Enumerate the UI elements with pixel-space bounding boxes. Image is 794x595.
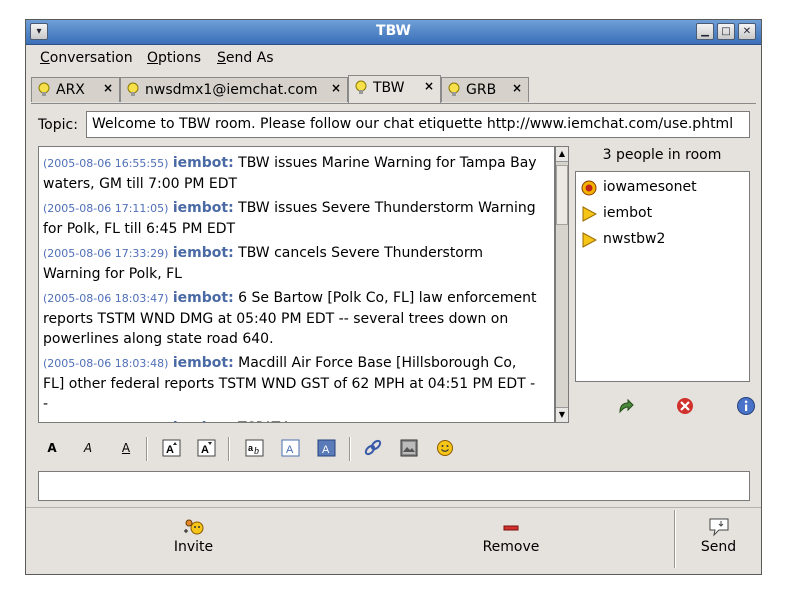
svg-text:b: b: [254, 446, 259, 457]
menu-options[interactable]: Options: [147, 50, 201, 66]
tab-label: ARX: [56, 82, 85, 98]
people-list[interactable]: iowamesonet iembot nwstbw2: [575, 171, 750, 382]
background-color-icon[interactable]: A: [315, 437, 339, 459]
svg-text:A: A: [322, 444, 330, 456]
message-sender: iembot:: [172, 355, 234, 371]
italic-button[interactable]: A: [76, 437, 100, 459]
message-sender: iembot:: [172, 245, 234, 261]
lightbulb-icon: [448, 82, 460, 96]
tab-label: TBW: [373, 80, 405, 96]
chat-message: (2005-08-06 18:03:48) iembot: Macdill Ai…: [43, 353, 537, 414]
message-timestamp: (2005-08-06 21:28:30): [43, 422, 168, 423]
bottom-divider: [26, 507, 761, 508]
info-icon[interactable]: [736, 396, 756, 416]
people-count: 3 people in room: [602, 147, 722, 163]
toolbar-separator: [349, 437, 351, 461]
lightbulb-icon: [38, 82, 50, 96]
window-title: TBW: [376, 23, 411, 39]
remove-icon: [503, 525, 519, 531]
chat-scrollbar[interactable]: ▲ ▼: [555, 146, 569, 423]
bold-button[interactable]: A: [40, 437, 64, 459]
block-icon[interactable]: [675, 396, 695, 416]
tab-label: nwsdmx1@iemchat.com: [145, 82, 318, 98]
toolbar-separator: [228, 437, 230, 461]
person-name: iembot: [603, 205, 653, 221]
insert-link-icon[interactable]: [361, 437, 385, 459]
scroll-down-icon[interactable]: ▼: [556, 407, 568, 422]
conversation-tabs: ARX × nwsdmx1@iemchat.com × TBW × GRB ×: [31, 75, 756, 103]
chat-log[interactable]: (2005-08-06 16:55:55) iembot: TBW issues…: [38, 146, 555, 423]
send-button[interactable]: Send: [681, 513, 756, 571]
person-name: iowamesonet: [603, 179, 697, 195]
lightbulb-icon: [355, 80, 367, 94]
message-input[interactable]: [38, 471, 750, 501]
message-timestamp: (2005-08-06 18:03:48): [43, 357, 169, 370]
remove-label: Remove: [482, 539, 540, 555]
send-icon: [709, 518, 728, 537]
tab-divider: [31, 103, 756, 104]
close-icon[interactable]: ✕: [738, 23, 756, 40]
member-arrow-icon: [582, 232, 597, 248]
tab-close-icon[interactable]: ×: [424, 79, 434, 93]
chat-message: (2005-08-06 18:03:47) iembot: 6 Se Barto…: [43, 288, 537, 349]
tab-close-icon[interactable]: ×: [103, 81, 113, 95]
remove-button[interactable]: Remove: [466, 513, 556, 571]
chat-messages: (2005-08-06 16:55:55) iembot: TBW issues…: [43, 153, 537, 423]
message-sender: iembot:: [172, 290, 234, 306]
menu-send-as[interactable]: Send As: [217, 50, 274, 66]
people-actions: [575, 394, 755, 420]
larger-font-icon[interactable]: A: [160, 437, 184, 459]
tab-tbw[interactable]: TBW ×: [348, 75, 441, 103]
topic-label: Topic:: [38, 117, 78, 133]
svg-text:A: A: [201, 444, 209, 456]
svg-text:A: A: [166, 444, 174, 456]
font-face-icon[interactable]: ab: [243, 437, 267, 459]
message-timestamp: (2005-08-06 17:33:29): [43, 247, 169, 260]
tab-arx[interactable]: ARX ×: [31, 77, 120, 102]
message-timestamp: (2005-08-06 16:55:55): [43, 157, 169, 170]
menu-bar: Conversation Options Send As: [26, 45, 761, 71]
chat-message: (2005-08-06 21:28:30) iembot: TCPAT4 htt…: [43, 418, 537, 423]
message-sender: iembot:: [172, 155, 234, 171]
message-text: TCPAT4: [234, 420, 289, 422]
message-timestamp: (2005-08-06 18:03:47): [43, 292, 169, 305]
chat-window: ▾ TBW ▁ □ ✕ Conversation Options Send As…: [25, 19, 762, 575]
menu-conversation[interactable]: Conversation: [40, 50, 133, 66]
tab-nwsdmx1[interactable]: nwsdmx1@iemchat.com ×: [120, 77, 348, 102]
lightbulb-icon: [127, 82, 139, 96]
chat-message: (2005-08-06 17:33:29) iembot: TBW cancel…: [43, 243, 537, 284]
underline-button[interactable]: A: [114, 437, 138, 459]
operator-icon: [581, 180, 597, 196]
message-timestamp: (2005-08-06 17:11:05): [43, 202, 169, 215]
reply-arrow-icon[interactable]: [615, 396, 635, 416]
person-name: nwstbw2: [603, 231, 666, 247]
scroll-up-icon[interactable]: ▲: [556, 147, 568, 162]
invite-icon: [183, 519, 203, 535]
tab-close-icon[interactable]: ×: [512, 81, 522, 95]
send-label: Send: [700, 539, 737, 555]
invite-label: Invite: [173, 539, 214, 555]
maximize-icon[interactable]: □: [717, 23, 735, 40]
scroll-thumb[interactable]: [556, 165, 568, 225]
svg-text:A: A: [286, 444, 294, 456]
smiley-icon[interactable]: [433, 437, 457, 459]
chat-message: (2005-08-06 17:11:05) iembot: TBW issues…: [43, 198, 537, 239]
insert-image-icon[interactable]: [397, 437, 421, 459]
toolbar-separator: [146, 437, 148, 461]
title-bar[interactable]: ▾ TBW ▁ □ ✕: [26, 20, 761, 45]
message-sender: iembot:: [172, 200, 234, 216]
chat-message: (2005-08-06 16:55:55) iembot: TBW issues…: [43, 153, 537, 194]
smaller-font-icon[interactable]: A: [195, 437, 219, 459]
tab-grb[interactable]: GRB ×: [441, 77, 529, 102]
tab-close-icon[interactable]: ×: [331, 81, 341, 95]
tab-label: GRB: [466, 82, 497, 98]
topic-field[interactable]: Welcome to TBW room. Please follow our c…: [86, 111, 750, 138]
message-sender: iembot:: [173, 420, 234, 422]
minimize-icon[interactable]: ▁: [696, 23, 714, 40]
foreground-color-icon[interactable]: A: [279, 437, 303, 459]
member-arrow-icon: [582, 206, 597, 222]
format-toolbar: A A A A A ab A A: [38, 433, 750, 465]
button-separator: [674, 510, 676, 568]
invite-button[interactable]: Invite: [146, 513, 241, 571]
